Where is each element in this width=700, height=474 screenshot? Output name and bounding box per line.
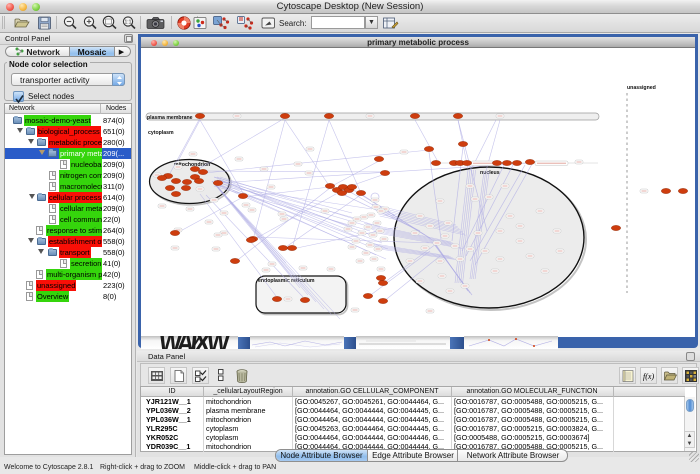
svg-text:nucleus: nucleus (480, 170, 500, 176)
svg-text:unassigned: unassigned (627, 85, 656, 91)
svg-text:1:1: 1:1 (125, 20, 132, 26)
svg-text:cytoplasm: cytoplasm (148, 130, 174, 136)
svg-text:f(x): f(x) (643, 372, 654, 381)
svg-text:plasma membrane: plasma membrane (147, 115, 193, 121)
